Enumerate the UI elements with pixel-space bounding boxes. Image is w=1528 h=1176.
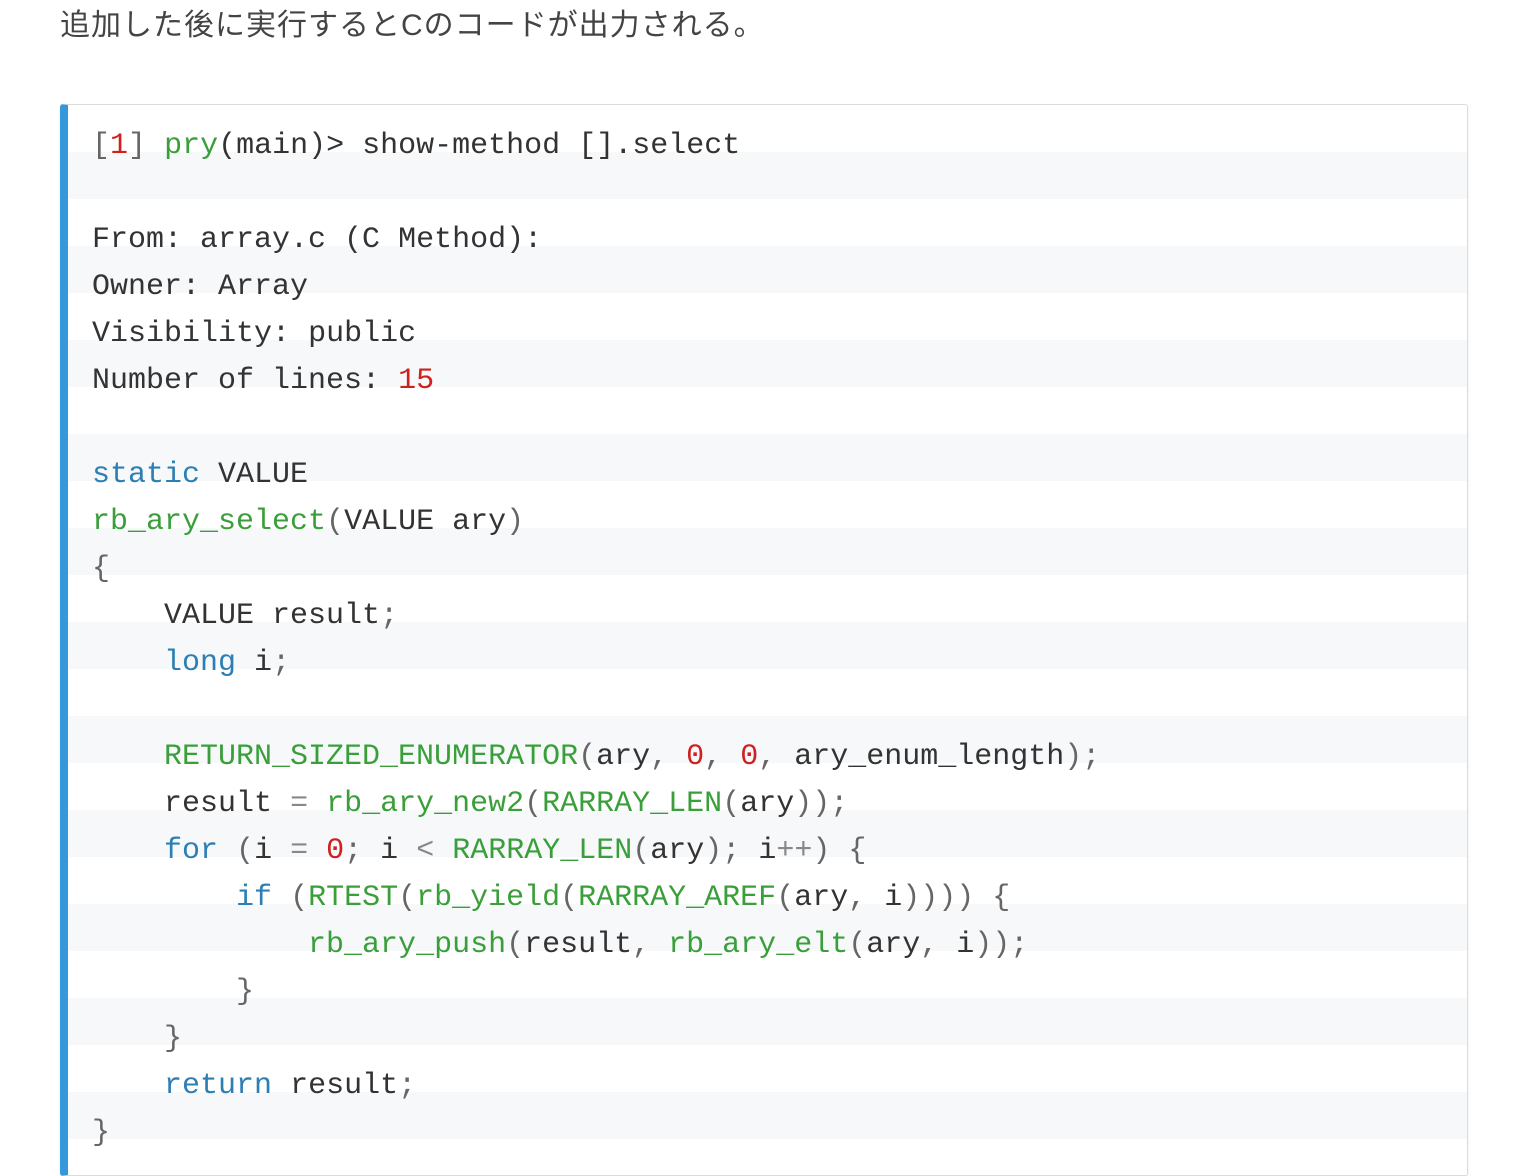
fn-rb-ary-push: rb_ary_push xyxy=(308,928,506,962)
kw-return: return xyxy=(164,1069,272,1103)
code-block: [1] pry(main)> show-method [].select Fro… xyxy=(60,104,1468,1176)
owner-value: Array xyxy=(218,270,308,304)
kw-static: static xyxy=(92,458,200,492)
pry-main: (main)> xyxy=(218,129,344,163)
fn-rb-ary-new2: rb_ary_new2 xyxy=(326,787,524,821)
from-value: array.c (C Method): xyxy=(200,223,542,257)
visibility-label: Visibility: xyxy=(92,317,290,351)
fn-rb-ary-select: rb_ary_select xyxy=(92,505,326,539)
pry-command: show-method xyxy=(362,129,560,163)
pry-label: pry xyxy=(164,129,218,163)
kw-if: if xyxy=(236,881,272,915)
owner-label: Owner: xyxy=(92,270,200,304)
page: 追加した後に実行するとCのコードが出力される。 [1] pry(main)> s… xyxy=(0,0,1528,1176)
fn-return-sized-enum: RETURN_SIZED_ENUMERATOR xyxy=(164,740,578,774)
kw-long: long xyxy=(164,646,236,680)
visibility-value: public xyxy=(308,317,416,351)
lines-value: 15 xyxy=(398,364,434,398)
code-content: [1] pry(main)> show-method [].select Fro… xyxy=(68,105,1467,1175)
prompt-number: 1 xyxy=(110,129,128,163)
type-value: VALUE xyxy=(218,458,308,492)
kw-for: for xyxy=(164,834,218,868)
intro-text: 追加した後に実行するとCのコードが出力される。 xyxy=(60,0,1488,44)
from-label: From: xyxy=(92,223,182,257)
bracket-open: [ xyxy=(92,129,110,163)
lines-label: Number of lines: xyxy=(92,364,380,398)
bracket-close: ] xyxy=(128,129,146,163)
pry-arg: [].select xyxy=(578,129,740,163)
